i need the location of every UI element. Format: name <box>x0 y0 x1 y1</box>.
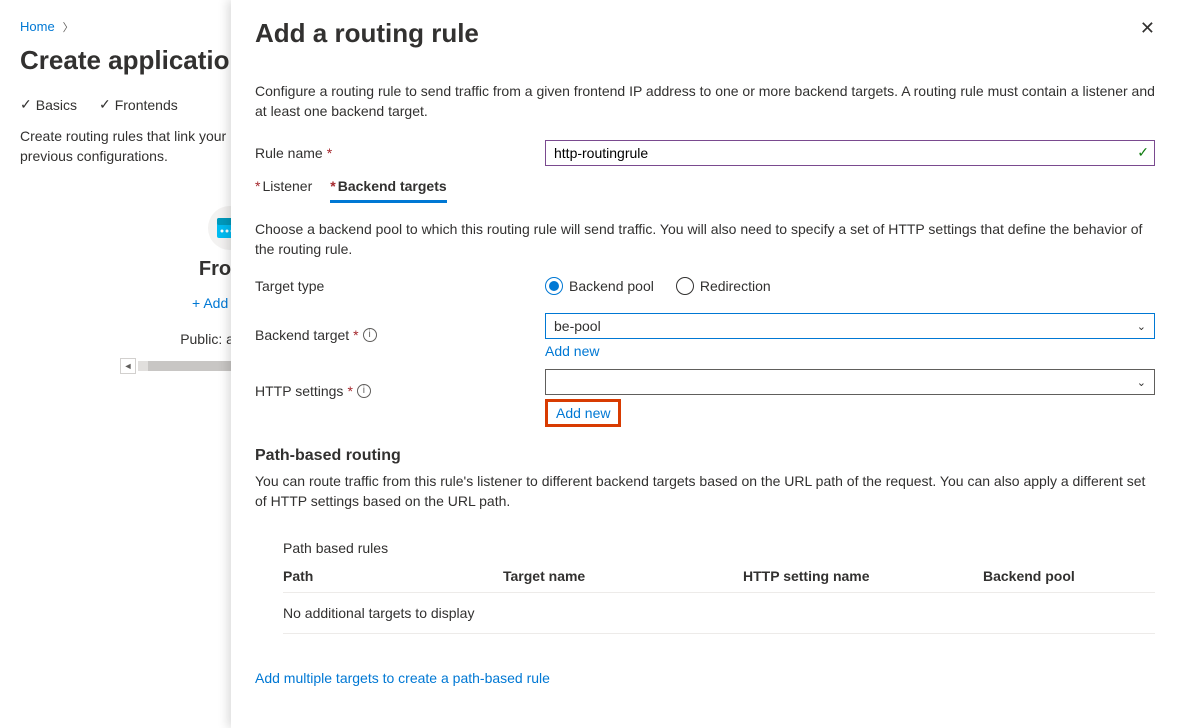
add-new-http-highlight: Add new <box>545 399 621 427</box>
path-rules-title: Path based rules <box>283 540 1155 556</box>
routing-rule-panel: Add a routing rule ✕ Configure a routing… <box>231 0 1179 728</box>
col-http-setting: HTTP setting name <box>743 568 983 584</box>
chevron-down-icon: ⌄ <box>1137 376 1146 389</box>
target-type-label: Target type <box>255 278 545 294</box>
chevron-right-icon: 〉 <box>63 22 74 34</box>
path-based-routing-heading: Path-based routing <box>255 447 1155 465</box>
add-new-http-settings-link[interactable]: Add new <box>556 405 610 421</box>
radio-label: Redirection <box>700 278 771 294</box>
panel-title: Add a routing rule <box>255 18 479 49</box>
breadcrumb-home[interactable]: Home <box>20 19 55 34</box>
col-target-name: Target name <box>503 568 743 584</box>
info-icon[interactable]: i <box>363 328 377 342</box>
path-based-routing-description: You can route traffic from this rule's l… <box>255 471 1155 512</box>
check-icon: ✓ <box>99 96 111 113</box>
http-settings-label: HTTP settings * i <box>255 369 545 399</box>
page-description: Create routing rules that link your prev… <box>0 127 260 166</box>
valid-check-icon: ✓ <box>1137 144 1149 161</box>
path-rules-empty: No additional targets to display <box>283 593 1155 634</box>
radio-redirection[interactable]: Redirection <box>676 277 771 295</box>
tab-listener[interactable]: *Listener <box>255 178 312 203</box>
chevron-down-icon: ⌄ <box>1137 320 1146 333</box>
rule-name-label: Rule name * <box>255 145 545 161</box>
wizard-step-basics[interactable]: ✓ Basics <box>20 96 77 113</box>
info-icon[interactable]: i <box>357 384 371 398</box>
add-new-backend-link[interactable]: Add new <box>545 343 599 359</box>
path-rules-table-header: Path Target name HTTP setting name Backe… <box>283 568 1155 593</box>
path-rules-section: Path based rules Path Target name HTTP s… <box>255 540 1155 634</box>
wizard-step-frontends[interactable]: ✓ Frontends <box>99 96 178 113</box>
rule-tabs: *Listener *Backend targets <box>255 178 1155 203</box>
scrollbar-thumb[interactable] <box>148 361 238 371</box>
add-multiple-targets-link[interactable]: Add multiple targets to create a path-ba… <box>255 670 550 686</box>
backend-target-label: Backend target * i <box>255 313 545 343</box>
radio-backend-pool[interactable]: Backend pool <box>545 277 654 295</box>
rule-name-input[interactable] <box>545 140 1155 166</box>
select-value: be-pool <box>554 318 601 334</box>
backend-target-select[interactable]: be-pool ⌄ <box>545 313 1155 339</box>
check-icon: ✓ <box>20 96 32 113</box>
wizard-step-label: Frontends <box>115 97 178 113</box>
http-settings-select[interactable]: ⌄ <box>545 369 1155 395</box>
col-path: Path <box>283 568 503 584</box>
scroll-left-arrow-icon[interactable]: ◄ <box>120 358 136 374</box>
panel-description: Configure a routing rule to send traffic… <box>255 81 1155 122</box>
wizard-step-label: Basics <box>36 97 77 113</box>
close-icon[interactable]: ✕ <box>1140 18 1155 39</box>
radio-label: Backend pool <box>569 278 654 294</box>
backend-tab-description: Choose a backend pool to which this rout… <box>255 219 1155 260</box>
tab-backend-targets[interactable]: *Backend targets <box>330 178 446 203</box>
col-backend-pool: Backend pool <box>983 568 1155 584</box>
